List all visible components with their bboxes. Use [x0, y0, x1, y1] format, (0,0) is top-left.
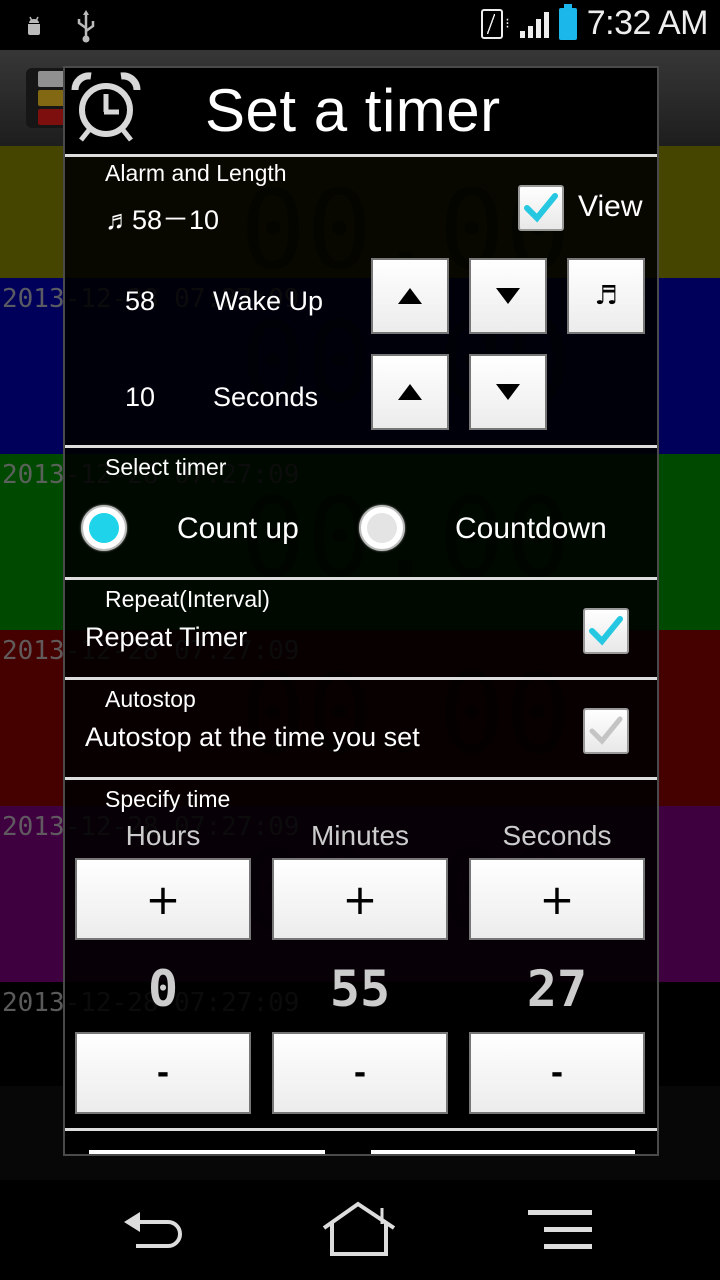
dialog-title: Set a timer [205, 77, 501, 144]
alarm-clock-icon [71, 72, 141, 142]
dialog-right-button[interactable] [371, 1150, 635, 1154]
seconds-plus-button[interactable]: + [469, 858, 645, 940]
set-timer-dialog: Set a timer Alarm and Length ♬58－10 View… [63, 66, 659, 1156]
seconds-label: Seconds [213, 382, 319, 412]
hours-plus-button[interactable]: + [75, 858, 251, 940]
minutes-label: Minutes [310, 820, 410, 851]
repeat-section-label: Repeat(Interval) [105, 586, 270, 612]
wake-up-decrease-button[interactable] [469, 258, 547, 334]
back-button[interactable] [118, 1200, 198, 1260]
divider [65, 1128, 657, 1131]
seconds-increase-button[interactable] [371, 354, 449, 430]
arrow-down-icon [496, 384, 520, 400]
specify-time-label: Specify time [105, 786, 231, 812]
alarm-sound-button[interactable]: ♬ [567, 258, 645, 334]
signal-icon [519, 10, 549, 38]
divider [65, 154, 657, 157]
alarm-section-label: Alarm and Length [105, 160, 287, 186]
hours-value: 0 [147, 960, 179, 1018]
seconds-value: 10 [125, 382, 156, 412]
repeat-timer-label: Repeat Timer [85, 622, 248, 652]
divider [65, 445, 657, 448]
home-icon [322, 1201, 396, 1256]
arrow-up-icon [398, 288, 422, 304]
arrow-up-icon [398, 384, 422, 400]
hours-minus-button[interactable]: - [75, 1032, 251, 1114]
count-up-radio[interactable] [81, 505, 127, 551]
back-icon [124, 1212, 182, 1248]
repeat-timer-checkbox[interactable] [583, 608, 629, 654]
checkmark-icon [589, 616, 623, 646]
navigation-bar [0, 1180, 720, 1280]
radio-selected-dot [89, 513, 119, 543]
timer-type-label: Select timer [105, 454, 227, 480]
status-bar: ⁝ 7:32 AM [0, 0, 720, 50]
dialog-left-button[interactable] [89, 1150, 325, 1154]
view-label: View [578, 190, 643, 223]
usb-icon [74, 10, 98, 51]
menu-button[interactable] [526, 1200, 606, 1260]
radio-unselected-dot [367, 513, 397, 543]
minutes-plus-button[interactable]: + [272, 858, 448, 940]
seconds-value-display: 27 [526, 960, 588, 1018]
autostop-label: Autostop at the time you set [85, 722, 420, 752]
vibrate-icon [481, 8, 504, 39]
home-button[interactable] [320, 1200, 400, 1260]
seconds-col-label: Seconds [502, 820, 612, 851]
wake-up-value: 58 [125, 286, 156, 316]
android-debug-icon [22, 15, 46, 46]
wake-up-increase-button[interactable] [371, 258, 449, 334]
hours-label: Hours [125, 820, 201, 851]
dialog-header: Set a timer [65, 68, 657, 154]
checkmark-icon [524, 193, 558, 223]
menu-icon [528, 1210, 592, 1249]
view-checkbox[interactable] [518, 185, 564, 231]
seconds-minus-button[interactable]: - [469, 1032, 645, 1114]
countdown-radio[interactable] [359, 505, 405, 551]
countdown-label[interactable]: Countdown [455, 512, 607, 546]
seconds-decrease-button[interactable] [469, 354, 547, 430]
checkmark-disabled-icon [589, 716, 623, 745]
divider [65, 777, 657, 780]
battery-icon [558, 3, 577, 40]
minutes-value: 55 [329, 960, 391, 1018]
count-up-label[interactable]: Count up [177, 512, 299, 546]
alarm-summary: ♬58－10 [105, 205, 220, 235]
clock-time: 7:32 AM [586, 4, 709, 42]
music-note-icon: ♬ [594, 281, 618, 311]
autostop-checkbox[interactable] [583, 708, 629, 754]
vibrate-waves-icon: ⁝ [505, 15, 510, 32]
autostop-section-label: Autostop [105, 686, 196, 712]
arrow-down-icon [496, 288, 520, 304]
minutes-minus-button[interactable]: - [272, 1032, 448, 1114]
wake-up-label: Wake Up [213, 286, 324, 316]
divider [65, 677, 657, 680]
divider [65, 577, 657, 580]
